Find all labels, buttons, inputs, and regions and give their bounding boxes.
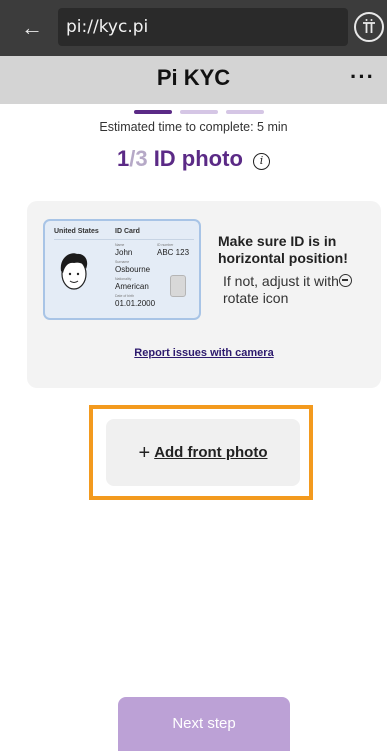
id-nationality-label: Nationality xyxy=(115,277,132,281)
page-title: Pi KYC xyxy=(156,65,231,90)
step-total: /3 xyxy=(129,146,148,171)
face-portrait-icon xyxy=(60,253,88,290)
id-number-label: ID number xyxy=(157,243,174,247)
id-surname: Osbourne xyxy=(115,265,151,274)
hint-text-after: rotate icon xyxy=(223,290,289,306)
id-name-label: Name xyxy=(115,243,125,247)
id-type: ID Card xyxy=(115,228,140,235)
info-icon[interactable]: i xyxy=(253,153,271,170)
app-header: Pi KYC ··· xyxy=(0,56,387,104)
id-name: John xyxy=(115,248,133,257)
id-country: United States xyxy=(54,228,99,235)
hint-text-before: If not, adjust it with xyxy=(223,273,339,289)
id-dob-label: Date of birth xyxy=(115,294,135,298)
add-front-photo-button[interactable]: + Add front photo xyxy=(106,419,300,486)
back-arrow-icon[interactable]: ← xyxy=(14,10,50,46)
hint-title: Make sure ID is in horizontal position! xyxy=(218,233,348,266)
progress-segment xyxy=(134,110,172,114)
plus-icon: + xyxy=(138,442,151,464)
progress-segment xyxy=(180,110,218,114)
url-field[interactable]: pi://kyc.pi xyxy=(58,8,348,46)
add-front-photo-label: Add front photo xyxy=(154,444,268,461)
hint-text: If not, adjust it with rotate icon xyxy=(223,273,373,307)
sample-id-card: United States ID Card Name John ID numbe… xyxy=(43,219,201,320)
id-surname-label: Surname xyxy=(115,260,130,264)
progress-segment xyxy=(226,110,264,114)
step-title: 1/3 ID photo i xyxy=(0,146,387,172)
id-divider xyxy=(54,239,194,240)
pi-network-icon[interactable] xyxy=(354,12,384,42)
id-chip xyxy=(170,275,186,297)
id-nationality: American xyxy=(115,282,149,291)
id-instruction-card: United States ID Card Name John ID numbe… xyxy=(27,201,381,388)
id-dob: 01.01.2000 xyxy=(115,299,156,308)
step-name: ID photo xyxy=(147,146,243,171)
more-options-button[interactable]: ··· xyxy=(350,64,375,90)
report-camera-issues-link[interactable]: Report issues with camera xyxy=(27,347,381,359)
id-number: ABC 123 xyxy=(157,248,190,257)
estimated-time: Estimated time to complete: 5 min xyxy=(99,120,288,134)
browser-bar: ← pi://kyc.pi xyxy=(0,0,387,56)
step-current: 1 xyxy=(116,146,130,171)
next-step-button[interactable]: Next step xyxy=(118,697,290,751)
rotate-icon xyxy=(338,274,352,287)
